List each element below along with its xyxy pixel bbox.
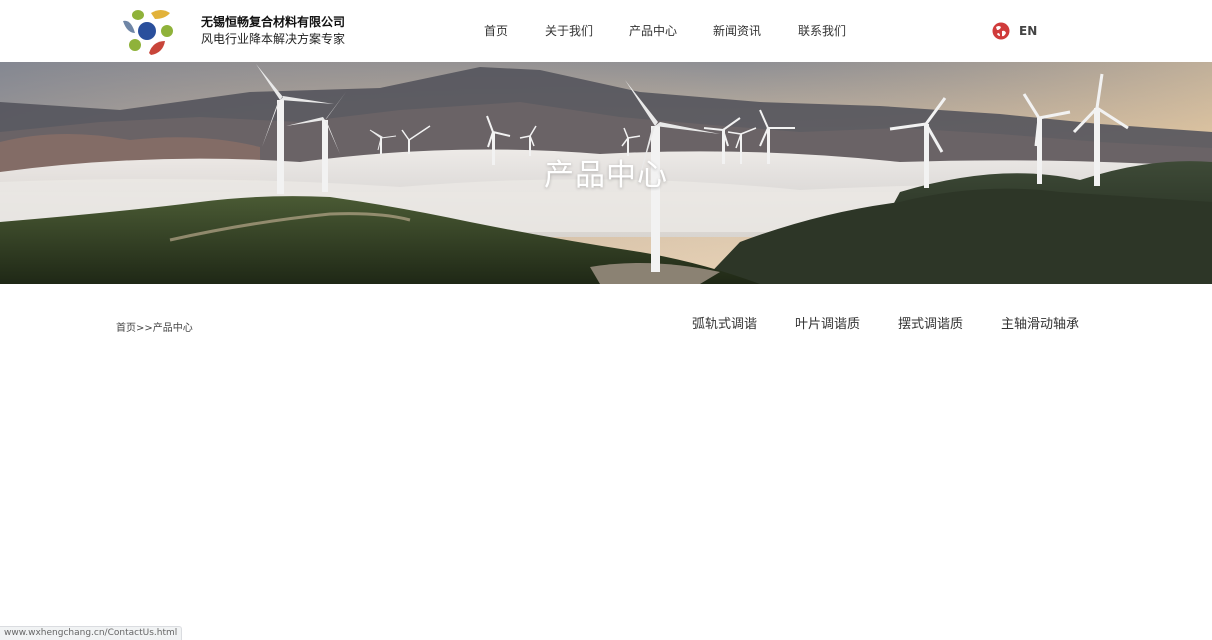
breadcrumb: 首页>>产品中心: [116, 319, 193, 334]
logo-petal: [149, 41, 165, 55]
brand-block: 无锡恒畅复合材料有限公司 风电行业降本解决方案专家: [201, 14, 345, 48]
breadcrumb-home[interactable]: 首页: [116, 323, 136, 334]
nav-about[interactable]: 关于我们: [545, 22, 593, 40]
hero-banner: 产品中心: [0, 62, 1212, 284]
logo-center-dot: [138, 22, 156, 40]
logo-petal: [123, 20, 135, 33]
category-tab[interactable]: 主轴滑动轴承: [1001, 316, 1079, 334]
breadcrumb-current: 产品中心: [152, 323, 193, 334]
company-name: 无锡恒畅复合材料有限公司: [201, 15, 346, 29]
nav-home[interactable]: 首页: [484, 22, 508, 40]
category-tab[interactable]: 叶片调谐质: [795, 316, 860, 334]
logo-petal: [132, 10, 144, 20]
company-slogan: 风电行业降本解决方案专家: [201, 32, 346, 46]
nav-news[interactable]: 新闻资讯: [713, 22, 761, 40]
breadcrumb-separator: >>: [136, 323, 153, 334]
category-tab[interactable]: 摆式调谐质: [898, 316, 963, 334]
globe-icon: [992, 22, 1010, 40]
nav-products[interactable]: 产品中心: [629, 22, 677, 40]
language-label: EN: [1019, 24, 1038, 38]
logo-petal: [151, 10, 170, 19]
nav-contact[interactable]: 联系我们: [798, 22, 846, 40]
link-status-url: www.wxhengchang.cn/ContactUs.html: [0, 626, 183, 640]
site-header: 无锡恒畅复合材料有限公司 风电行业降本解决方案专家 首页 关于我们 产品中心 新…: [0, 0, 1212, 62]
logo-petal: [129, 39, 141, 51]
banner-title: 产品中心: [544, 158, 668, 193]
language-switch[interactable]: EN: [992, 22, 1037, 40]
logo-petal: [161, 25, 173, 37]
category-tab[interactable]: 弧轨式调谐: [692, 316, 757, 334]
company-logo[interactable]: [121, 7, 175, 57]
